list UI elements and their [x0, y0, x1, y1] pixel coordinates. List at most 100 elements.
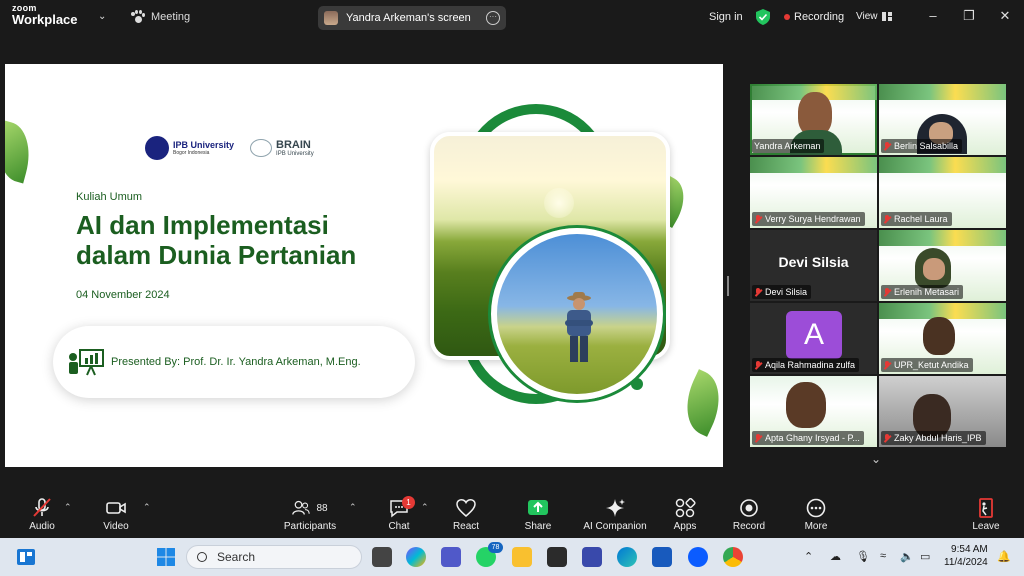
- participant-initial-avatar: A: [786, 311, 842, 359]
- recording-indicator[interactable]: Recording: [784, 11, 844, 23]
- brain-name: BRAIN: [276, 139, 311, 151]
- participant-name-label: Aqila Rahmadina zulfa: [752, 358, 860, 372]
- record-button[interactable]: Record: [717, 498, 781, 532]
- mic-muted-icon: [754, 287, 762, 297]
- teams-icon[interactable]: [441, 547, 461, 567]
- participant-name-label: Devi Silsia: [752, 285, 812, 299]
- participant-tile[interactable]: Verry Surya Hendrawan: [750, 157, 877, 228]
- mic-muted-icon: [33, 498, 51, 517]
- more-options-icon[interactable]: ···: [486, 11, 500, 25]
- participant-video: [786, 382, 826, 428]
- volume-icon[interactable]: 🔈: [900, 550, 914, 563]
- widgets-icon[interactable]: [16, 547, 36, 567]
- brain-icon: [250, 139, 273, 157]
- recording-dot-icon: [784, 14, 790, 20]
- ipb-logo: IPB University Bogor Indonesia: [145, 136, 234, 160]
- video-button[interactable]: Video: [84, 498, 148, 532]
- tray-cloud-icon[interactable]: ☁: [830, 550, 841, 563]
- participants-label: Participants: [283, 521, 337, 532]
- title-bar: zoom Workplace ⌄ Meeting Yandra Arkeman'…: [0, 0, 1024, 36]
- more-button[interactable]: More: [784, 498, 848, 532]
- participant-tile[interactable]: Berlin Salsabilla: [879, 84, 1006, 155]
- task-view-icon[interactable]: [372, 547, 392, 567]
- taskbar-search-box[interactable]: Search: [186, 545, 362, 569]
- close-icon[interactable]: ✕: [998, 9, 1012, 23]
- participant-name-label: Rachel Laura: [881, 212, 952, 226]
- share-button[interactable]: Share: [506, 498, 570, 532]
- leave-door-icon: [979, 498, 993, 518]
- participant-tile[interactable]: Rachel Laura: [879, 157, 1006, 228]
- video-options-caret-icon[interactable]: ⌃: [143, 502, 151, 513]
- participants-button[interactable]: 88 Participants: [278, 498, 342, 532]
- share-label: Share: [524, 521, 552, 532]
- copilot-icon[interactable]: [406, 547, 426, 567]
- participant-tile[interactable]: Erlenih Metasari: [879, 230, 1006, 301]
- apps-label: Apps: [673, 521, 697, 532]
- farmer-figure: [565, 292, 593, 362]
- chrome-icon[interactable]: [723, 547, 743, 567]
- edge-icon[interactable]: [617, 547, 637, 567]
- participant-tile[interactable]: A Aqila Rahmadina zulfa: [750, 303, 877, 374]
- participant-tile[interactable]: Zaky Abdul Haris_IPB: [879, 376, 1006, 447]
- search-icon: [197, 552, 207, 562]
- audio-options-caret-icon[interactable]: ⌃: [64, 502, 72, 513]
- video-camera-icon: [106, 502, 126, 514]
- battery-icon[interactable]: ▭: [920, 550, 930, 563]
- ipb-subtitle: Bogor Indonesia: [173, 150, 210, 156]
- clock-time: 9:54 AM: [951, 544, 988, 555]
- participant-count: 88: [316, 502, 328, 514]
- minimize-icon[interactable]: –: [926, 9, 940, 23]
- participant-name-label: UPR_Ketut Andika: [881, 358, 973, 372]
- recording-label: Recording: [794, 11, 845, 23]
- apps-button[interactable]: Apps: [653, 498, 717, 532]
- zoom-taskbar-icon[interactable]: [688, 547, 708, 567]
- shield-icon[interactable]: [756, 9, 770, 25]
- participant-name-label: Zaky Abdul Haris_IPB: [881, 431, 986, 445]
- participants-options-caret-icon[interactable]: ⌃: [349, 502, 357, 513]
- brain-logo: BRAIN IPB University: [250, 139, 314, 157]
- screen-share-pill[interactable]: Yandra Arkeman's screen ···: [318, 6, 506, 30]
- meeting-info-button[interactable]: Meeting: [131, 10, 190, 24]
- leave-button[interactable]: Leave: [954, 498, 1018, 532]
- participant-name-label: Yandra Arkeman: [752, 139, 825, 153]
- clock-date: 11/4/2024: [944, 557, 988, 568]
- participant-tile[interactable]: UPR_Ketut Andika: [879, 303, 1006, 374]
- ai-companion-button[interactable]: AI Companion: [576, 498, 654, 532]
- presentation-board-icon: [69, 349, 104, 376]
- notification-bell-icon[interactable]: 🔔: [997, 550, 1011, 563]
- presenter-avatar: [324, 11, 338, 25]
- participant-tile[interactable]: Apta Ghany Irsyad - P...: [750, 376, 877, 447]
- clock[interactable]: 9:54 AM 11/4/2024: [944, 543, 988, 569]
- presenter-card: Presented By: Prof. Dr. Ir. Yandra Arkem…: [53, 326, 415, 398]
- chat-options-caret-icon[interactable]: ⌃: [421, 502, 429, 513]
- view-button[interactable]: View: [856, 11, 892, 22]
- word-icon[interactable]: [652, 547, 672, 567]
- ipb-seal-icon: [145, 136, 169, 160]
- mic-muted-icon: [754, 214, 762, 224]
- gallery-scroll-down-icon[interactable]: ⌄: [871, 452, 885, 466]
- more-label: More: [804, 521, 828, 532]
- store-icon[interactable]: [547, 547, 567, 567]
- wifi-icon[interactable]: ≈: [880, 550, 886, 562]
- shared-screen-slide: IPB University Bogor Indonesia BRAIN IPB U…: [5, 64, 723, 467]
- tray-expand-icon[interactable]: ⌃: [804, 550, 813, 563]
- participant-name-label: Apta Ghany Irsyad - P...: [752, 431, 864, 445]
- record-icon: [740, 499, 758, 517]
- file-explorer-icon[interactable]: [512, 547, 532, 567]
- split-resize-handle[interactable]: [727, 276, 729, 296]
- presenter-text: Presented By: Prof. Dr. Ir. Yandra Arkem…: [111, 356, 361, 368]
- react-button[interactable]: React: [434, 498, 498, 532]
- windows-start-icon[interactable]: [156, 547, 176, 567]
- meeting-label: Meeting: [151, 11, 191, 23]
- restore-icon[interactable]: ❐: [962, 9, 976, 23]
- sign-in-link[interactable]: Sign in: [709, 11, 743, 23]
- ai-companion-label: AI Companion: [583, 521, 647, 532]
- chevron-down-icon[interactable]: ⌄: [98, 11, 106, 22]
- app-icon[interactable]: [582, 547, 602, 567]
- participant-tile[interactable]: Yandra Arkeman: [750, 84, 877, 155]
- whatsapp-badge: 78: [488, 542, 503, 553]
- audio-label: Audio: [29, 521, 55, 532]
- participant-tile[interactable]: Devi Silsia Devi Silsia: [750, 230, 877, 301]
- microphone-icon[interactable]: 🎙: [856, 550, 870, 563]
- share-screen-icon: [528, 500, 548, 515]
